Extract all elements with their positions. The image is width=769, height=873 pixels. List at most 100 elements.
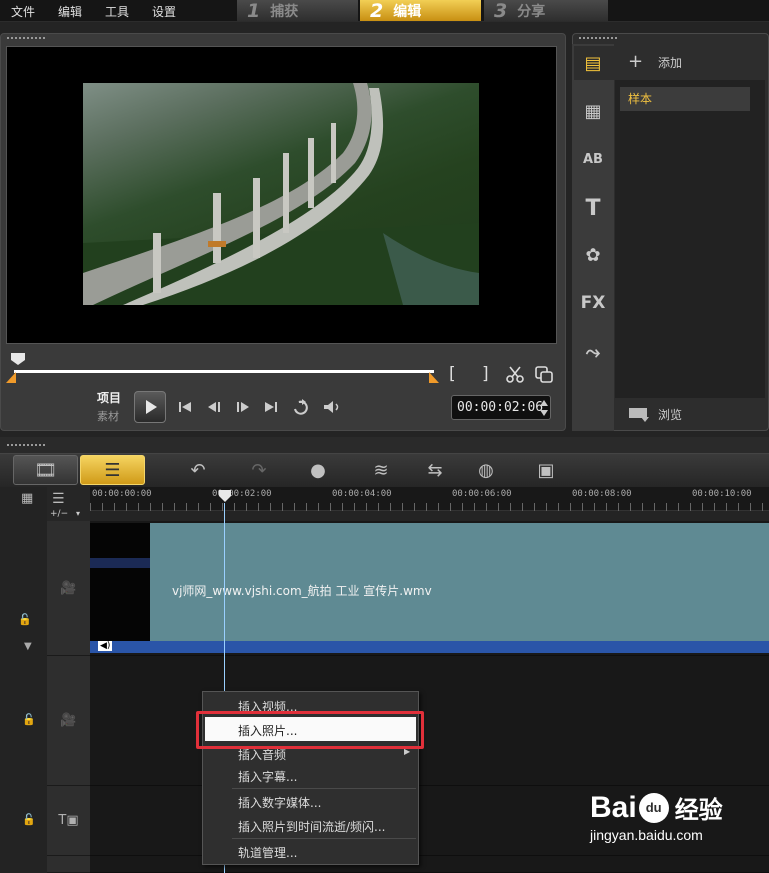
scrub-start-handle[interactable] <box>10 352 26 366</box>
panel-grip[interactable] <box>6 36 46 40</box>
play-icon <box>146 400 157 414</box>
media-library-icon[interactable]: ▤ <box>578 49 608 77</box>
timeline-view-icon: ☰ <box>104 459 121 481</box>
playhead-marker[interactable] <box>218 489 232 503</box>
track-lock-icon[interactable]: 🔓 <box>22 713 36 726</box>
track-list-icon[interactable]: ☰ <box>52 491 65 507</box>
panel-grip[interactable] <box>6 443 46 447</box>
sound-mixer-icon[interactable]: ≋ <box>366 455 396 485</box>
track-lock-icon[interactable]: 🔓 <box>18 613 32 626</box>
step-number: 1 <box>247 0 261 22</box>
graphic-icon[interactable]: ✿ <box>578 241 608 269</box>
redo-icon[interactable]: ↷ <box>246 455 272 485</box>
clip-audio-strip[interactable] <box>90 641 769 653</box>
overlay-track[interactable] <box>90 656 769 786</box>
play-button[interactable] <box>134 391 166 423</box>
mark-in-icon[interactable]: [ <box>449 364 456 384</box>
annotation-highlight-box <box>196 711 424 749</box>
watermark-brand: Bai <box>590 790 637 824</box>
scrub-bar[interactable] <box>14 370 434 373</box>
filter-fx-icon[interactable]: FX <box>578 289 608 317</box>
step-tab-share[interactable]: 3 分享 <box>484 0 608 22</box>
step-label: 捕获 <box>270 3 299 20</box>
library-folder-sample[interactable]: 样本 <box>620 87 750 111</box>
expand-arrow-icon[interactable]: ▼ <box>24 641 32 652</box>
thumbnail-strip <box>90 558 150 568</box>
mode-project-label[interactable]: 项目 <box>97 389 121 406</box>
scissors-icon[interactable] <box>505 365 525 383</box>
clip-name: vj师网_www.vjshi.com_航拍 工业 宣传片.wmv <box>172 584 432 598</box>
repeat-icon[interactable] <box>291 397 313 417</box>
motion-tracking-icon[interactable]: ◍ <box>470 455 502 485</box>
add-icon[interactable]: + <box>628 51 643 72</box>
timecode-spinner-icon[interactable] <box>538 397 550 419</box>
watermark-url: jingyan.baidu.com <box>590 827 703 843</box>
go-to-end-icon[interactable] <box>262 398 280 416</box>
add-remove-track-button[interactable]: +/− <box>50 509 68 519</box>
mode-clip-label[interactable]: 素材 <box>97 408 119 424</box>
record-capture-icon[interactable]: ● <box>303 455 333 485</box>
menu-track-manager[interactable]: 轨道管理... <box>238 844 297 861</box>
instant-project-icon[interactable]: ▦ <box>578 97 608 125</box>
menu-file[interactable]: 文件 <box>11 3 35 20</box>
browse-icon[interactable] <box>628 405 652 423</box>
baidu-jingyan-watermark: Bai du 经验 jingyan.baidu.com <box>590 790 723 844</box>
ruler-tick-label: 00:00:08:00 <box>572 489 632 499</box>
add-folder-label[interactable]: 添加 <box>658 54 682 71</box>
previous-frame-icon[interactable] <box>204 398 224 416</box>
transition-icon[interactable]: AB <box>578 145 608 173</box>
undo-icon[interactable]: ↶ <box>185 455 211 485</box>
timecode-display[interactable]: 00:00:02:06 <box>451 395 551 420</box>
video-frame <box>83 83 479 305</box>
storyboard-view-button[interactable]: 🎞 <box>13 455 78 485</box>
timeline-view-button[interactable]: ☰ <box>80 455 145 485</box>
panel-grip[interactable] <box>578 36 618 40</box>
menu-settings[interactable]: 设置 <box>152 3 176 20</box>
video-track-icon: 🎥 <box>60 580 77 596</box>
title-track-icon: T▣ <box>58 813 79 828</box>
trim-out-marker[interactable] <box>428 372 440 384</box>
watermark-jingyan: 经验 <box>674 797 723 824</box>
track-lock-icon[interactable]: 🔓 <box>22 813 36 826</box>
menu-edit[interactable]: 编辑 <box>58 3 82 20</box>
mark-out-icon[interactable]: ] <box>482 364 489 384</box>
volume-icon[interactable] <box>321 398 343 416</box>
timecode-value: 00:00:02:06 <box>457 400 544 415</box>
video-track-header[interactable]: 🎥 <box>47 521 90 656</box>
menu-insert-time-lapse[interactable]: 插入照片到时间流逝/频闪... <box>238 818 386 835</box>
auto-music-icon[interactable]: ⇆ <box>420 455 450 485</box>
baidu-paw-icon: du <box>638 792 669 823</box>
ruler-tick-label: 00:00:00:00 <box>92 489 152 499</box>
ruler-tick-label: 00:00:04:00 <box>332 489 392 499</box>
chevron-down-icon[interactable]: ▾ <box>76 509 80 518</box>
next-frame-icon[interactable] <box>233 398 253 416</box>
menu-separator <box>232 788 416 789</box>
title-track-header[interactable]: T▣ <box>47 786 90 856</box>
library-folder-list <box>615 80 765 398</box>
watermark-paw-text: du <box>645 800 662 815</box>
menu-tools[interactable]: 工具 <box>105 3 129 20</box>
step-number: 3 <box>494 0 508 22</box>
trim-in-marker[interactable] <box>5 372 17 384</box>
voice-track[interactable] <box>90 856 769 873</box>
path-icon[interactable]: ⤳ <box>578 338 608 366</box>
voice-track-header[interactable] <box>47 856 90 873</box>
library-folder-label: 样本 <box>628 92 653 106</box>
step-tab-edit[interactable]: 2 编辑 <box>360 0 481 22</box>
audio-speaker-icon[interactable]: ◀) <box>98 641 113 651</box>
step-label: 分享 <box>517 3 546 20</box>
snapshot-icon[interactable] <box>534 365 554 383</box>
splitter-bar[interactable] <box>0 437 769 453</box>
ruler-tick-label: 00:00:10:00 <box>692 489 752 499</box>
overlay-track-header[interactable]: 🎥 <box>47 656 90 786</box>
go-to-start-icon[interactable] <box>176 398 194 416</box>
menu-insert-digital-media[interactable]: 插入数字媒体... <box>238 794 321 811</box>
menu-insert-subtitle[interactable]: 插入字幕... <box>238 768 297 785</box>
step-tab-capture[interactable]: 1 捕获 <box>237 0 358 22</box>
subtitle-editor-icon[interactable]: ▣ <box>531 455 561 485</box>
fit-timeline-icon[interactable]: ▦ <box>21 491 33 506</box>
browse-label[interactable]: 浏览 <box>658 406 682 423</box>
film-strip-icon: 🎞 <box>34 459 57 481</box>
title-icon[interactable]: T <box>578 194 608 222</box>
aerial-bridge-image <box>83 83 479 305</box>
